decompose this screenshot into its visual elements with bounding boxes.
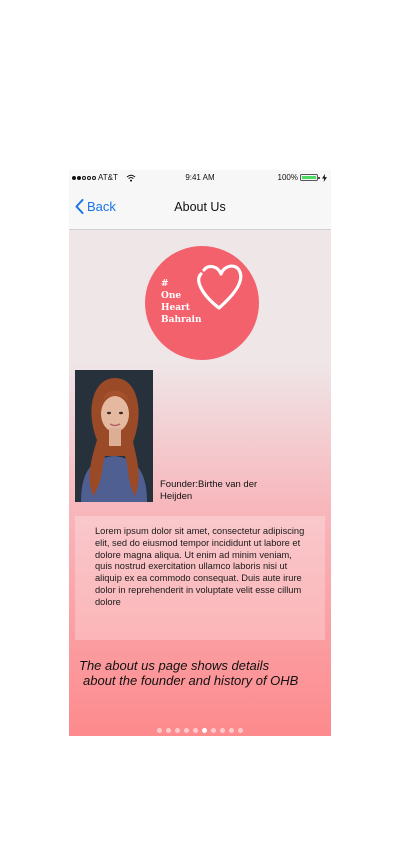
page-dot[interactable]	[211, 728, 216, 733]
status-bar: AT&T 9:41 AM 100%	[69, 170, 331, 186]
page-dot[interactable]	[238, 728, 243, 733]
battery-percent: 100%	[277, 173, 298, 182]
page-dot[interactable]	[220, 728, 225, 733]
page-indicator[interactable]	[69, 728, 331, 733]
status-bar-right: 100%	[278, 173, 327, 182]
heart-icon	[197, 264, 243, 310]
navigation-bar: Back About Us	[69, 186, 331, 230]
page-dot[interactable]	[166, 728, 171, 733]
page-dot[interactable]	[184, 728, 189, 733]
one-heart-bahrain-logo: # One Heart Bahrain	[145, 246, 259, 360]
page-dot[interactable]	[175, 728, 180, 733]
phone-screen: AT&T 9:41 AM 100% Back About Us # One He…	[69, 170, 331, 736]
page-dot[interactable]	[202, 728, 207, 733]
charging-bolt-icon	[322, 173, 327, 182]
battery-icon	[300, 174, 320, 181]
about-content: # One Heart Bahrain Founder:Birthe van d…	[69, 230, 331, 736]
about-text-card: Lorem ipsum dolor sit amet, consectetur …	[75, 516, 325, 640]
logo-word-bahrain: Bahrain	[161, 315, 202, 325]
caption-line-1: The about us page shows details	[79, 658, 270, 673]
page-title: About Us	[174, 200, 226, 214]
page-dot[interactable]	[229, 728, 234, 733]
caption-line-2: about the founder and history of OHB	[83, 673, 299, 688]
founder-name: Founder:Birthe van der Heijden	[160, 479, 258, 502]
page-dot[interactable]	[157, 728, 162, 733]
founder-photo	[75, 370, 153, 502]
about-body-text: Lorem ipsum dolor sit amet, consectetur …	[95, 526, 305, 607]
founder-portrait	[75, 370, 153, 502]
page-dot[interactable]	[193, 728, 198, 733]
annotation-caption: The about us page shows details about th…	[79, 658, 329, 688]
